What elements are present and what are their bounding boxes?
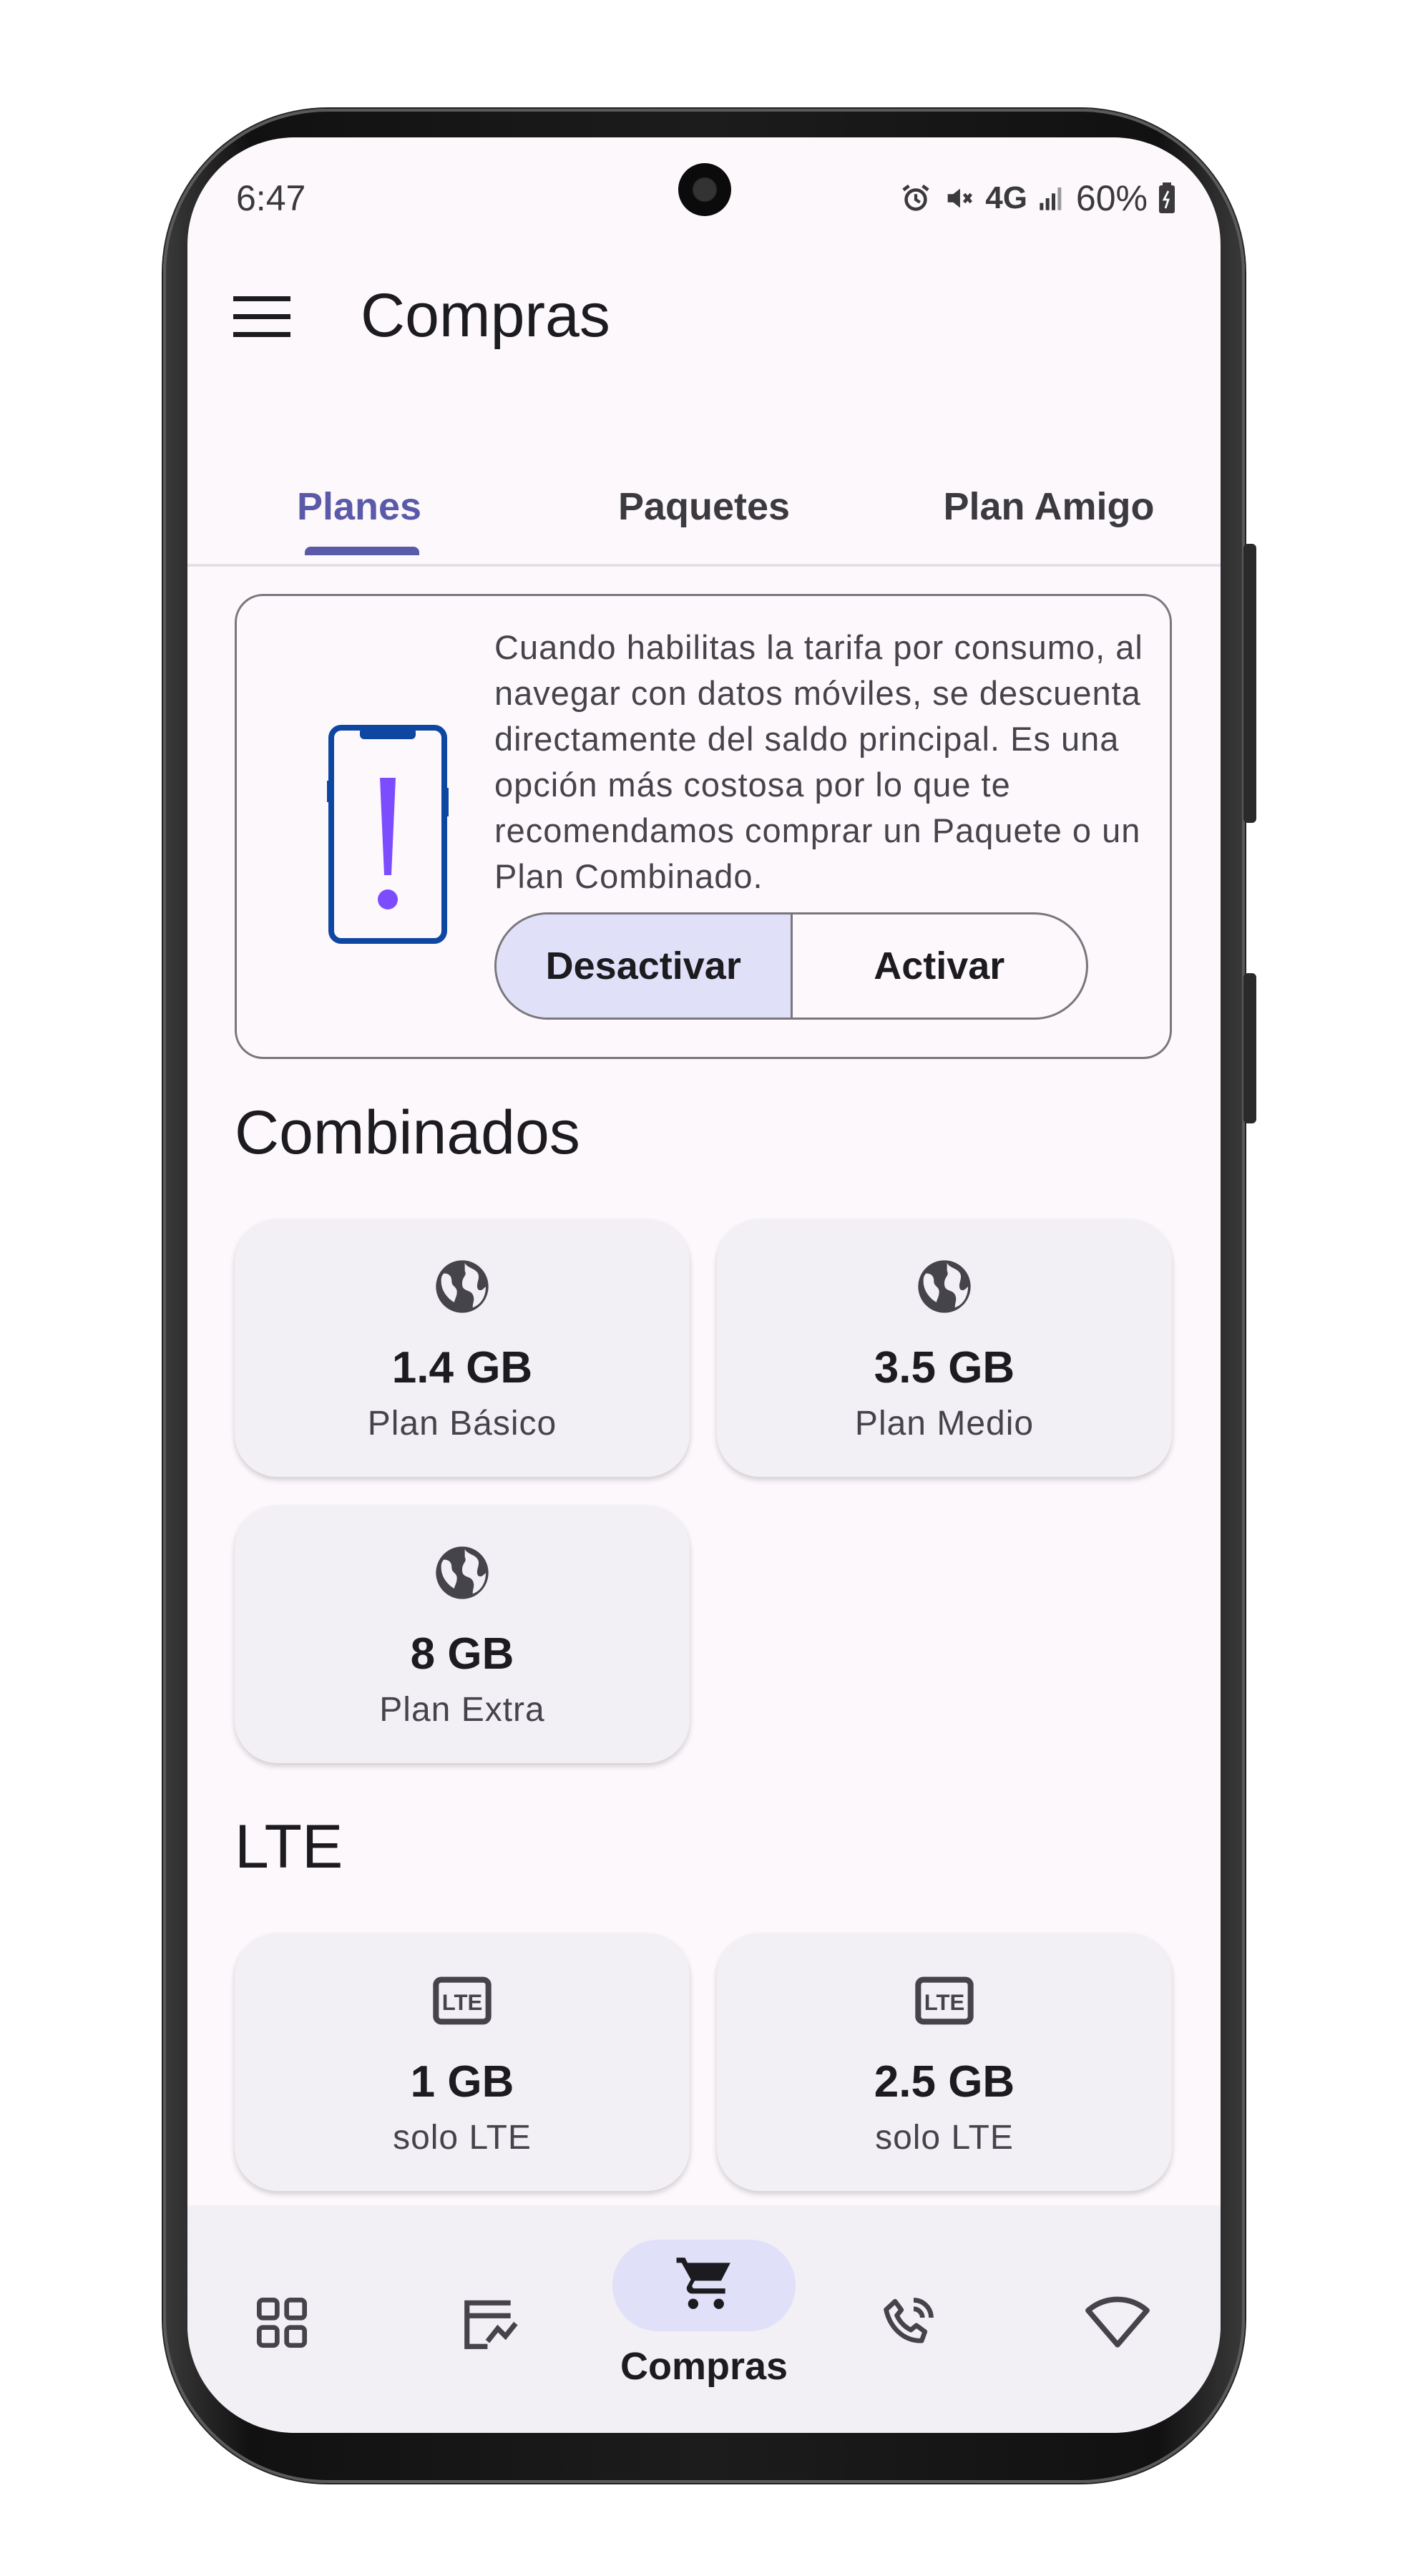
power-button — [1243, 973, 1256, 1123]
active-tab-indicator — [305, 547, 419, 555]
volume-button — [1243, 544, 1256, 823]
consumption-rate-toggle: Desactivar Activar — [494, 912, 1088, 1020]
activate-button[interactable]: Activar — [793, 914, 1087, 1018]
tab-paquetes[interactable]: Paquetes — [531, 447, 877, 567]
front-camera — [678, 163, 731, 216]
tab-plan-amigo[interactable]: Plan Amigo — [877, 447, 1221, 567]
nav-label-compras[interactable]: Compras — [588, 2344, 820, 2389]
plan-name: Plan Extra — [379, 1691, 545, 1729]
device-mockup: 6:47 4G 60% Compras Planes Paquetes Plan… — [0, 0, 1408, 2576]
section-title-lte: LTE — [235, 1813, 343, 1881]
plan-name: solo LTE — [393, 2119, 532, 2157]
signal-icon — [1040, 187, 1062, 210]
menu-icon[interactable] — [233, 293, 290, 341]
plan-card-medio[interactable]: 3.5 GB Plan Medio — [717, 1219, 1172, 1477]
plan-size: 3.5 GB — [874, 1343, 1015, 1392]
plan-size: 8 GB — [410, 1629, 514, 1679]
bottom-navigation: Compras — [187, 2205, 1221, 2433]
section-title-combinados: Combinados — [235, 1098, 580, 1167]
svg-text:LTE: LTE — [442, 1990, 483, 2015]
app-screen: 6:47 4G 60% Compras Planes Paquetes Plan… — [187, 137, 1221, 2433]
cart-icon[interactable] — [674, 2253, 735, 2314]
globe-icon — [918, 1260, 971, 1313]
phone-call-icon[interactable] — [879, 2293, 939, 2353]
plan-name: solo LTE — [875, 2119, 1014, 2157]
plan-size: 1.4 GB — [391, 1343, 533, 1392]
usage-chart-icon[interactable] — [459, 2293, 521, 2354]
plan-name: Plan Básico — [367, 1405, 557, 1443]
dashboard-grid-icon[interactable] — [253, 2294, 311, 2351]
mute-icon — [947, 188, 973, 208]
plan-card-lte-1gb[interactable]: LTE 1 GB solo LTE — [235, 1933, 690, 2191]
plan-card-basico[interactable]: 1.4 GB Plan Básico — [235, 1219, 690, 1477]
alarm-icon — [902, 184, 929, 211]
tab-bar: Planes Paquetes Plan Amigo — [187, 447, 1221, 567]
plan-size: 2.5 GB — [874, 2057, 1015, 2107]
consumption-rate-description: Cuando habilitas la tarifa por consumo, … — [494, 628, 1143, 895]
lte-icon: LTE — [433, 1976, 492, 2025]
consumption-rate-card: Cuando habilitas la tarifa por consumo, … — [235, 594, 1172, 1059]
svg-text:LTE: LTE — [924, 1990, 965, 2015]
wifi-icon[interactable] — [1083, 2293, 1152, 2353]
page-title: Compras — [361, 281, 610, 350]
plan-name: Plan Medio — [854, 1405, 1035, 1443]
battery-percent: 60% — [1075, 178, 1148, 218]
lte-icon: LTE — [915, 1976, 974, 2025]
battery-icon — [1159, 182, 1175, 213]
tabs-divider — [187, 564, 1221, 567]
globe-icon — [436, 1260, 489, 1313]
globe-icon — [436, 1546, 489, 1599]
plan-size: 1 GB — [410, 2057, 514, 2107]
plan-card-extra[interactable]: 8 GB Plan Extra — [235, 1506, 690, 1763]
status-icons: 4G 60% — [899, 177, 1176, 219]
deactivate-button[interactable]: Desactivar — [497, 914, 793, 1018]
status-time: 6:47 — [236, 178, 306, 218]
plan-card-lte-2-5gb[interactable]: LTE 2.5 GB solo LTE — [717, 1933, 1172, 2191]
network-type: 4G — [985, 180, 1027, 215]
phone-alert-icon — [327, 725, 449, 944]
